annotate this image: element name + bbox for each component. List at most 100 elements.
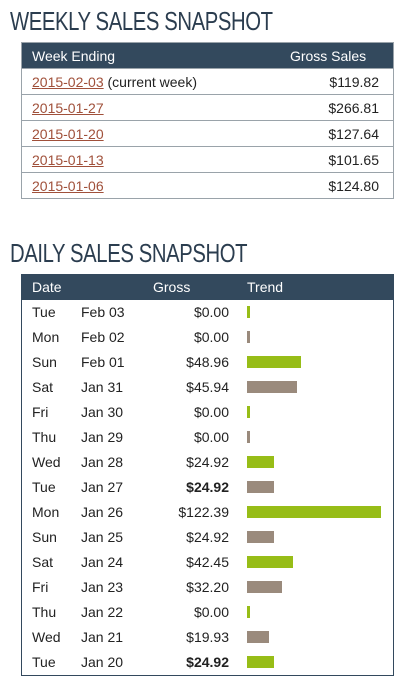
trend-cell	[229, 350, 394, 375]
trend-cell	[229, 500, 394, 525]
gross-cell: $24.92	[186, 454, 229, 470]
trend-cell	[229, 325, 394, 350]
trend-cell	[229, 525, 394, 550]
date-cell: Jan 20	[81, 654, 124, 670]
trend-cell	[229, 600, 394, 625]
gross-cell: $0.00	[193, 604, 229, 620]
gross-cell: $48.96	[186, 354, 229, 370]
week-ending-link[interactable]: 2015-01-27	[32, 100, 104, 116]
week-ending-link[interactable]: 2015-01-13	[32, 152, 104, 168]
gross-cell: $42.45	[186, 554, 229, 570]
daily-row: Wed Jan 28 $24.92	[22, 450, 394, 475]
trend-bar	[247, 631, 269, 643]
gross-sales-cell: $266.81	[227, 94, 394, 121]
weekly-sales-table: Week Ending Gross Sales 2015-02-03 (curr…	[21, 42, 394, 199]
date-cell: Jan 24	[81, 554, 124, 570]
week-ending-cell: 2015-01-27	[21, 94, 228, 121]
daily-row: Mon Feb 02 $0.00	[22, 325, 394, 350]
daily-sales-table: Date Gross Trend Tue Feb 03 $0.00 Mon Feb 02…	[21, 274, 394, 676]
gross-cell: $32.20	[186, 579, 229, 595]
day-cell: Sat	[32, 554, 54, 570]
gross-sales-cell: $124.80	[227, 172, 394, 199]
trend-cell	[229, 375, 394, 400]
date-cell: Feb 02	[81, 329, 125, 345]
trend-bar	[247, 306, 250, 318]
weekly-row: 2015-01-20 $127.64	[21, 120, 394, 147]
weekly-row: 2015-01-13 $101.65	[21, 146, 394, 173]
trend-bar	[247, 606, 250, 618]
daily-row: Mon Jan 26 $122.39	[22, 500, 394, 525]
gross-cell: $24.92	[186, 654, 229, 670]
daily-table-header: Date Gross Trend	[21, 274, 394, 300]
gross-cell: $19.93	[186, 629, 229, 645]
trend-bar	[247, 556, 293, 568]
date-cell: Jan 26	[81, 504, 124, 520]
date-cell: Jan 28	[81, 454, 124, 470]
weekly-table-header: Week Ending Gross Sales	[21, 42, 394, 69]
weekly-row: 2015-02-03 (current week) $119.82	[21, 68, 394, 95]
gross-cell: $0.00	[193, 404, 229, 420]
day-cell: Sat	[32, 379, 54, 395]
date-cell: Jan 22	[81, 604, 124, 620]
date-cell: Jan 31	[81, 379, 124, 395]
date-header: Date	[32, 279, 62, 296]
week-ending-cell: 2015-01-20	[21, 120, 228, 147]
gross-sales-header: Gross Sales	[289, 47, 367, 64]
trend-bar	[247, 581, 282, 593]
day-cell: Mon	[32, 329, 60, 345]
date-cell: Jan 23	[81, 579, 124, 595]
day-cell: Thu	[32, 429, 57, 445]
day-cell: Tue	[32, 304, 56, 320]
trend-cell	[229, 625, 394, 650]
week-ending-header: Week Ending	[32, 47, 116, 64]
gross-sales-cell: $119.82	[227, 68, 394, 95]
day-cell: Wed	[32, 629, 61, 645]
day-cell: Sun	[32, 354, 57, 370]
week-ending-cell: 2015-01-13	[21, 146, 228, 173]
trend-bar	[247, 531, 274, 543]
trend-bar	[247, 381, 297, 393]
daily-row: Sat Jan 24 $42.45	[22, 550, 394, 575]
week-ending-link[interactable]: 2015-01-20	[32, 126, 104, 142]
trend-bar	[247, 656, 274, 668]
week-ending-link[interactable]: 2015-01-06	[32, 178, 104, 194]
daily-row: Thu Jan 22 $0.00	[22, 600, 394, 625]
daily-row: Thu Jan 29 $0.00	[22, 425, 394, 450]
week-ending-cell: 2015-02-03 (current week)	[21, 68, 228, 95]
trend-cell	[229, 475, 394, 500]
trend-cell	[229, 450, 394, 475]
day-cell: Tue	[32, 654, 56, 670]
trend-bar	[247, 331, 250, 343]
trend-cell	[229, 400, 394, 425]
week-ending-link[interactable]: 2015-02-03	[32, 74, 104, 90]
daily-row: Sat Jan 31 $45.94	[22, 375, 394, 400]
gross-cell: $24.92	[186, 479, 229, 495]
gross-header: Gross	[153, 279, 191, 296]
daily-row: Tue Feb 03 $0.00	[22, 300, 394, 325]
daily-row: Tue Jan 27 $24.92	[22, 475, 394, 500]
daily-row: Fri Jan 23 $32.20	[22, 575, 394, 600]
trend-bar	[247, 506, 381, 518]
date-cell: Jan 27	[81, 479, 124, 495]
trend-cell	[229, 650, 394, 676]
gross-cell: $0.00	[193, 304, 229, 320]
date-cell: Jan 29	[81, 429, 124, 445]
day-cell: Thu	[32, 604, 57, 620]
gross-cell: $0.00	[193, 329, 229, 345]
gross-cell: $0.00	[193, 429, 229, 445]
week-ending-cell: 2015-01-06	[21, 172, 228, 199]
daily-row: Sun Feb 01 $48.96	[22, 350, 394, 375]
weekly-sales-heading: WEEKLY SALES SNAPSHOT	[10, 6, 273, 36]
day-cell: Sun	[32, 529, 57, 545]
daily-row: Sun Jan 25 $24.92	[22, 525, 394, 550]
date-cell: Jan 25	[81, 529, 124, 545]
trend-bar	[247, 356, 301, 368]
trend-bar	[247, 406, 250, 418]
date-cell: Feb 01	[81, 354, 125, 370]
gross-cell: $24.92	[186, 529, 229, 545]
gross-cell: $45.94	[186, 379, 229, 395]
daily-row: Fri Jan 30 $0.00	[22, 400, 394, 425]
day-cell: Mon	[32, 504, 60, 520]
day-cell: Fri	[32, 404, 49, 420]
trend-cell	[229, 550, 394, 575]
